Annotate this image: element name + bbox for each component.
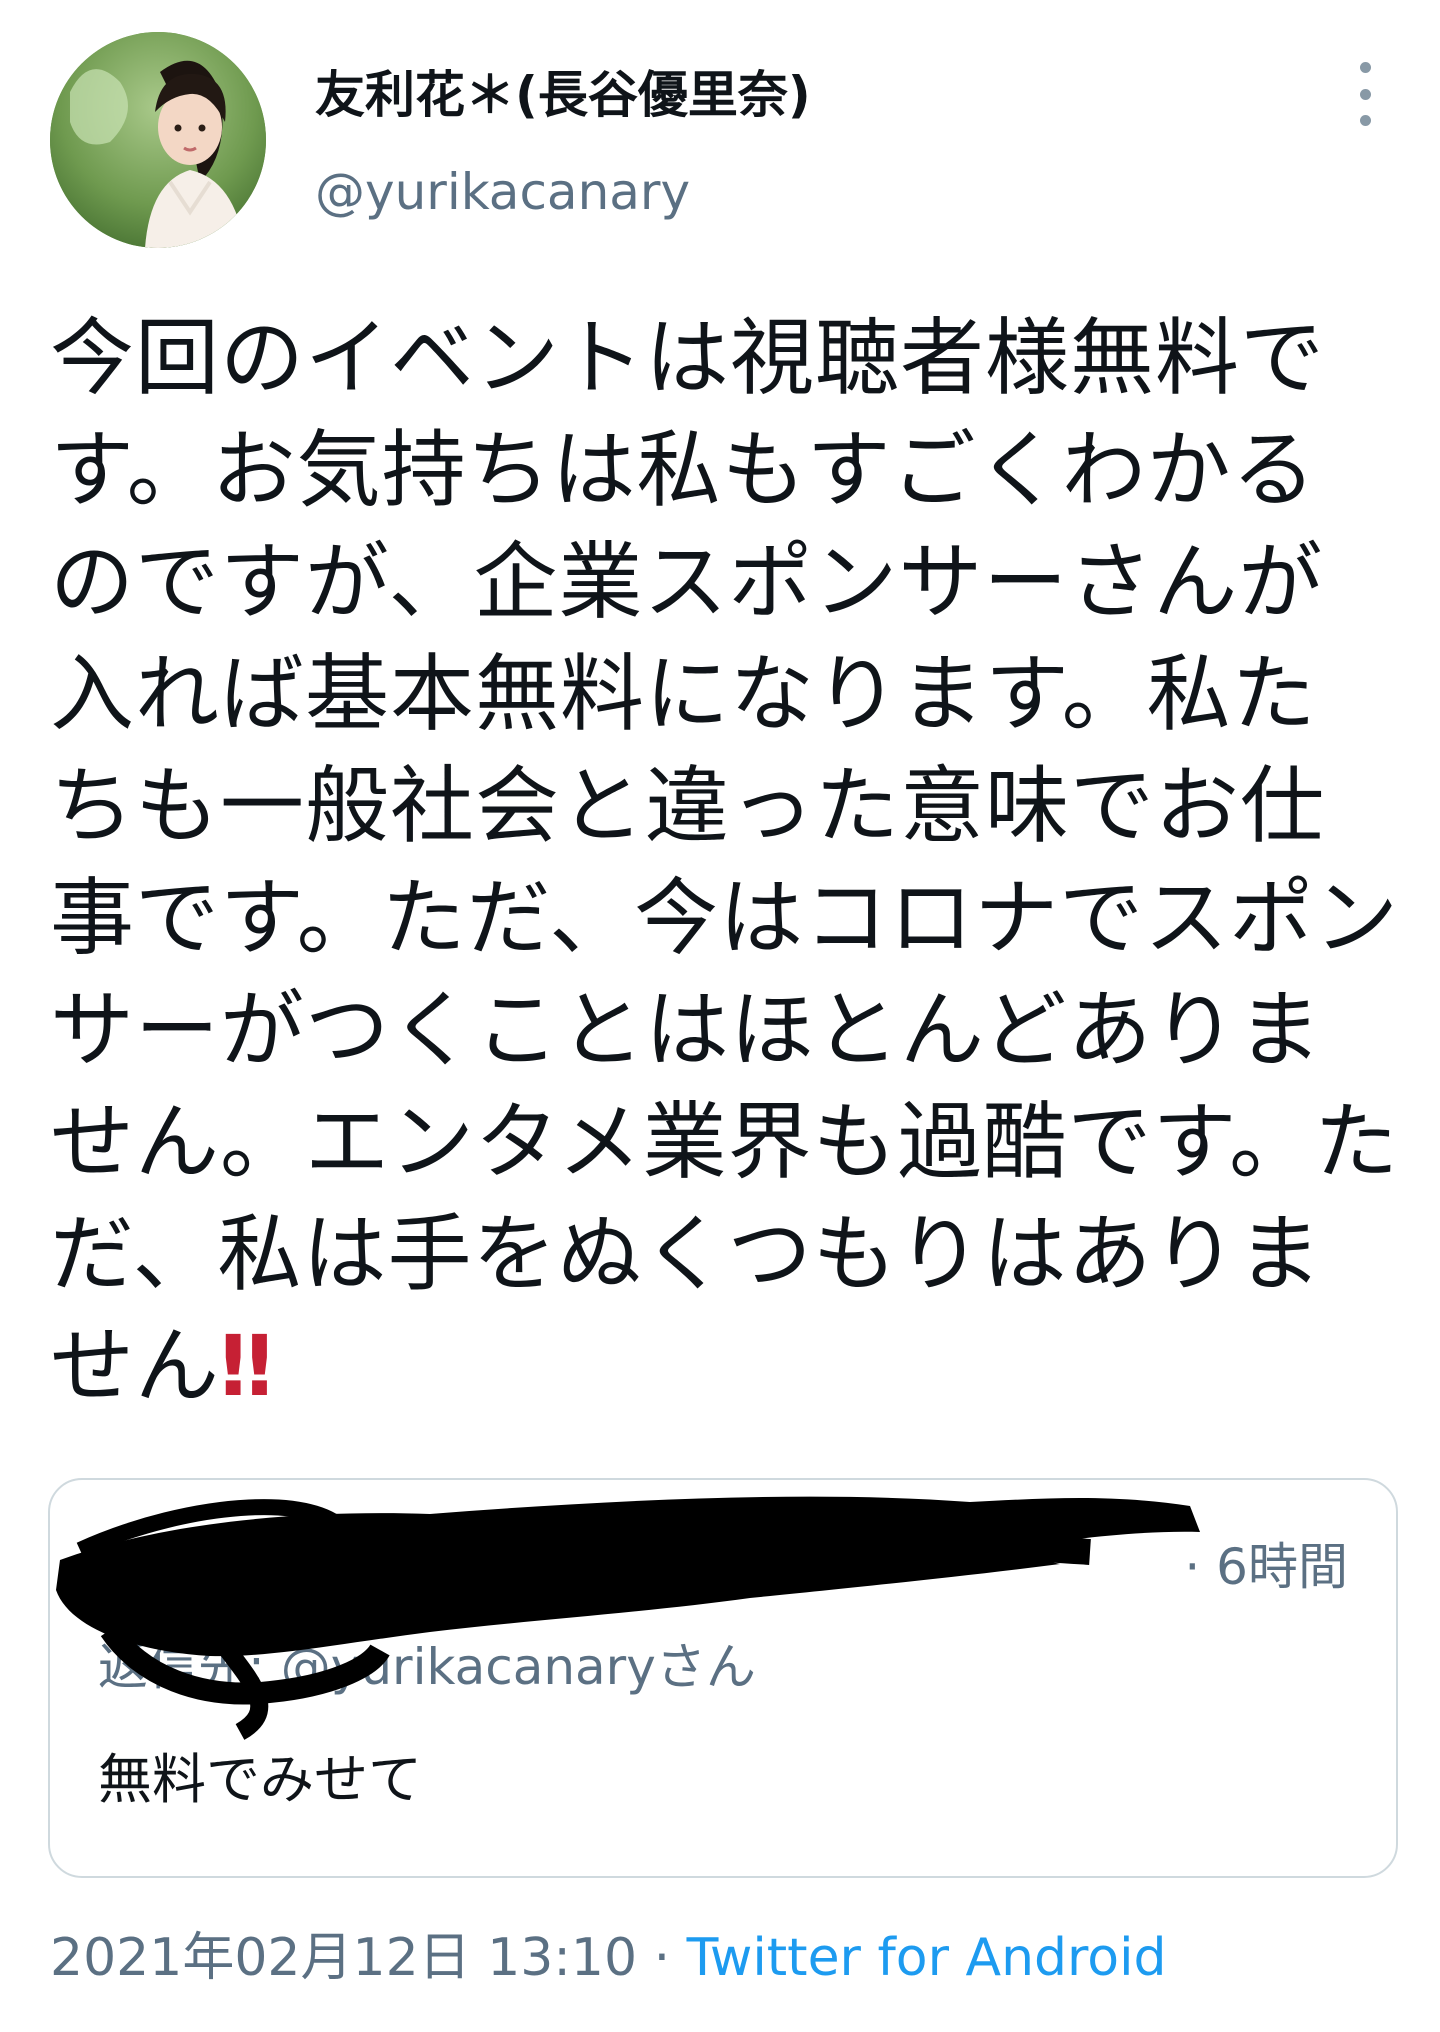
reply-to-prefix: 返信先: (98, 1638, 265, 1696)
vertical-dots-icon (1359, 88, 1371, 100)
vertical-dots-icon (1359, 115, 1371, 126)
profile-photo-avatar-icon (50, 32, 266, 248)
tweet-text: 今回のイベントは視聴者様無料です。お気持ちは私もすごくわかるのですが、企業スポン… (50, 302, 1400, 1422)
reply-body-text: 無料でみせて (98, 1748, 422, 1811)
reply-to-handle[interactable]: @yurikacanaryさん (281, 1638, 756, 1696)
more-options-button[interactable] (1345, 62, 1385, 126)
author-handle[interactable]: @yurikacanary (315, 152, 690, 232)
author-avatar[interactable] (50, 32, 266, 248)
double-exclamation-emoji: ‼ (220, 1317, 273, 1415)
tweet-source-link[interactable]: Twitter for Android (687, 1928, 1167, 1988)
author-display-name[interactable]: 友利花＊(長谷優里奈) (315, 55, 811, 135)
tweet-body-text: 今回のイベントは視聴者様無料です。お気持ちは私もすごくわかるのですが、企業スポン… (50, 309, 1400, 1415)
tweet-meta: 2021年02月12日 13:10 · Twitter for Android (50, 1920, 1167, 1996)
reply-to-line: 返信先: @yurikacanaryさん (98, 1632, 756, 1702)
reply-timestamp: · 6時間 (1184, 1538, 1348, 1596)
quoted-reply-card[interactable]: · 6時間 返信先: @yurikacanaryさん 無料でみせて (48, 1478, 1398, 1878)
tweet-timestamp[interactable]: 2021年02月12日 13:10 (50, 1928, 637, 1988)
vertical-dots-icon (1359, 62, 1371, 73)
meta-separator: · (653, 1928, 671, 1988)
